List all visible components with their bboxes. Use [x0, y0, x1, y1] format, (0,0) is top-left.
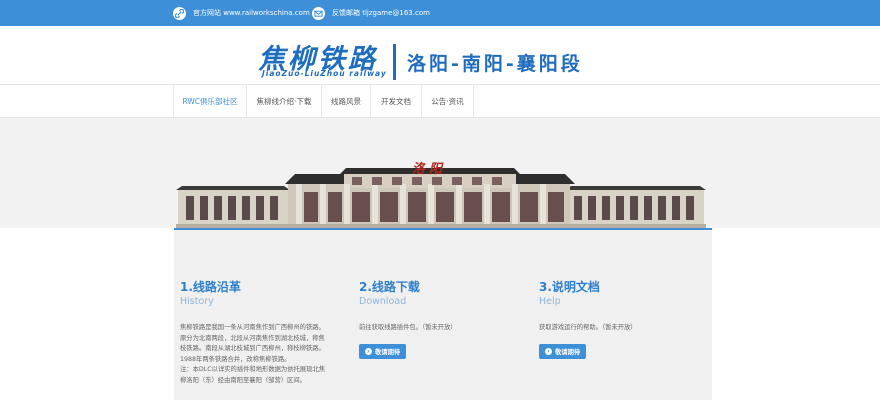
- download-coming-soon-button[interactable]: › 敬请期待: [359, 343, 407, 359]
- site-header: 焦柳铁路 JiaoZuo-LiuZhou railway 洛阳-南阳-襄阳段: [0, 26, 880, 84]
- content-panel: 1.线路沿革 History 焦柳铁路是我国一条从河南焦作到广西柳州的铁路。原分…: [174, 230, 712, 400]
- help-description: 获取游戏运行的帮助。（暂未开放）: [539, 324, 637, 331]
- station-sign: 洛阳: [412, 162, 447, 177]
- download-subtitle: Download: [359, 296, 407, 307]
- history-subtitle: History: [180, 296, 214, 307]
- download-column: 2.线路下载 Download 前往获取线路插件包。（暂未开放） › 敬请期待: [359, 278, 509, 359]
- help-column: 3.说明文档 Help 获取游戏运行的帮助。（暂未开放） › 敬请期待: [539, 278, 689, 359]
- download-button-label: 敬请期待: [375, 348, 401, 356]
- history-column: 1.线路沿革 History 焦柳铁路是我国一条从河南焦作到广西柳州的铁路。原分…: [180, 278, 328, 386]
- nav-item-news[interactable]: 公告·资讯: [421, 85, 473, 117]
- logo-divider: [393, 44, 396, 80]
- banner: 洛阳: [0, 118, 880, 228]
- website-link[interactable]: 官方网站 www.railworkschina.com: [173, 0, 310, 26]
- history-title: 1.线路沿革: [180, 280, 241, 294]
- arrow-right-icon: ›: [365, 347, 372, 355]
- help-coming-soon-button[interactable]: › 敬请期待: [539, 343, 587, 359]
- arrow-right-icon: ›: [545, 347, 552, 355]
- nav-item-scenery[interactable]: 线路风景: [321, 85, 370, 117]
- nav-item-docs[interactable]: 开发文档: [370, 85, 421, 117]
- top-bar: 官方网站 www.railworkschina.com 反馈邮箱 tljzgam…: [0, 0, 880, 26]
- download-title: 2.线路下载: [359, 280, 420, 294]
- link-icon: [173, 6, 186, 20]
- help-subtitle: Help: [539, 296, 561, 307]
- nav-item-intro-download[interactable]: 焦柳线介绍·下载: [246, 85, 321, 117]
- history-description: 焦柳铁路是我国一条从河南焦作到广西柳州的铁路。原分为北南两段，北段从河南焦作到湖…: [180, 323, 328, 386]
- feedback-email-link[interactable]: 反馈邮箱 tljzgame@163.com: [312, 0, 430, 26]
- nav-item-community[interactable]: RWC俱乐部社区: [173, 85, 246, 117]
- download-description: 前往获取线路插件包。（暂未开放）: [359, 324, 457, 331]
- logo-subtitle: JiaoZuo-LiuZhou railway: [262, 69, 387, 78]
- history-note-text: 注：本DLC以详实的插件和地形数据为依托展现北焦柳洛阳（东）经由南阳至襄阳（邹营…: [180, 366, 325, 384]
- help-title: 3.说明文档: [539, 280, 600, 294]
- section-title: 洛阳-南阳-襄阳段: [407, 53, 583, 75]
- feedback-label: 反馈邮箱 tljzgame@163.com: [332, 9, 430, 17]
- mail-icon: [312, 6, 325, 20]
- website-label: 官方网站 www.railworkschina.com: [193, 9, 310, 17]
- help-button-label: 敬请期待: [555, 348, 581, 356]
- main-nav: RWC俱乐部社区 焦柳线介绍·下载 线路风景 开发文档 公告·资讯: [0, 84, 880, 118]
- history-desc-text: 焦柳铁路是我国一条从河南焦作到广西柳州的铁路。原分为北南两段，北段从河南焦作到湖…: [180, 324, 325, 363]
